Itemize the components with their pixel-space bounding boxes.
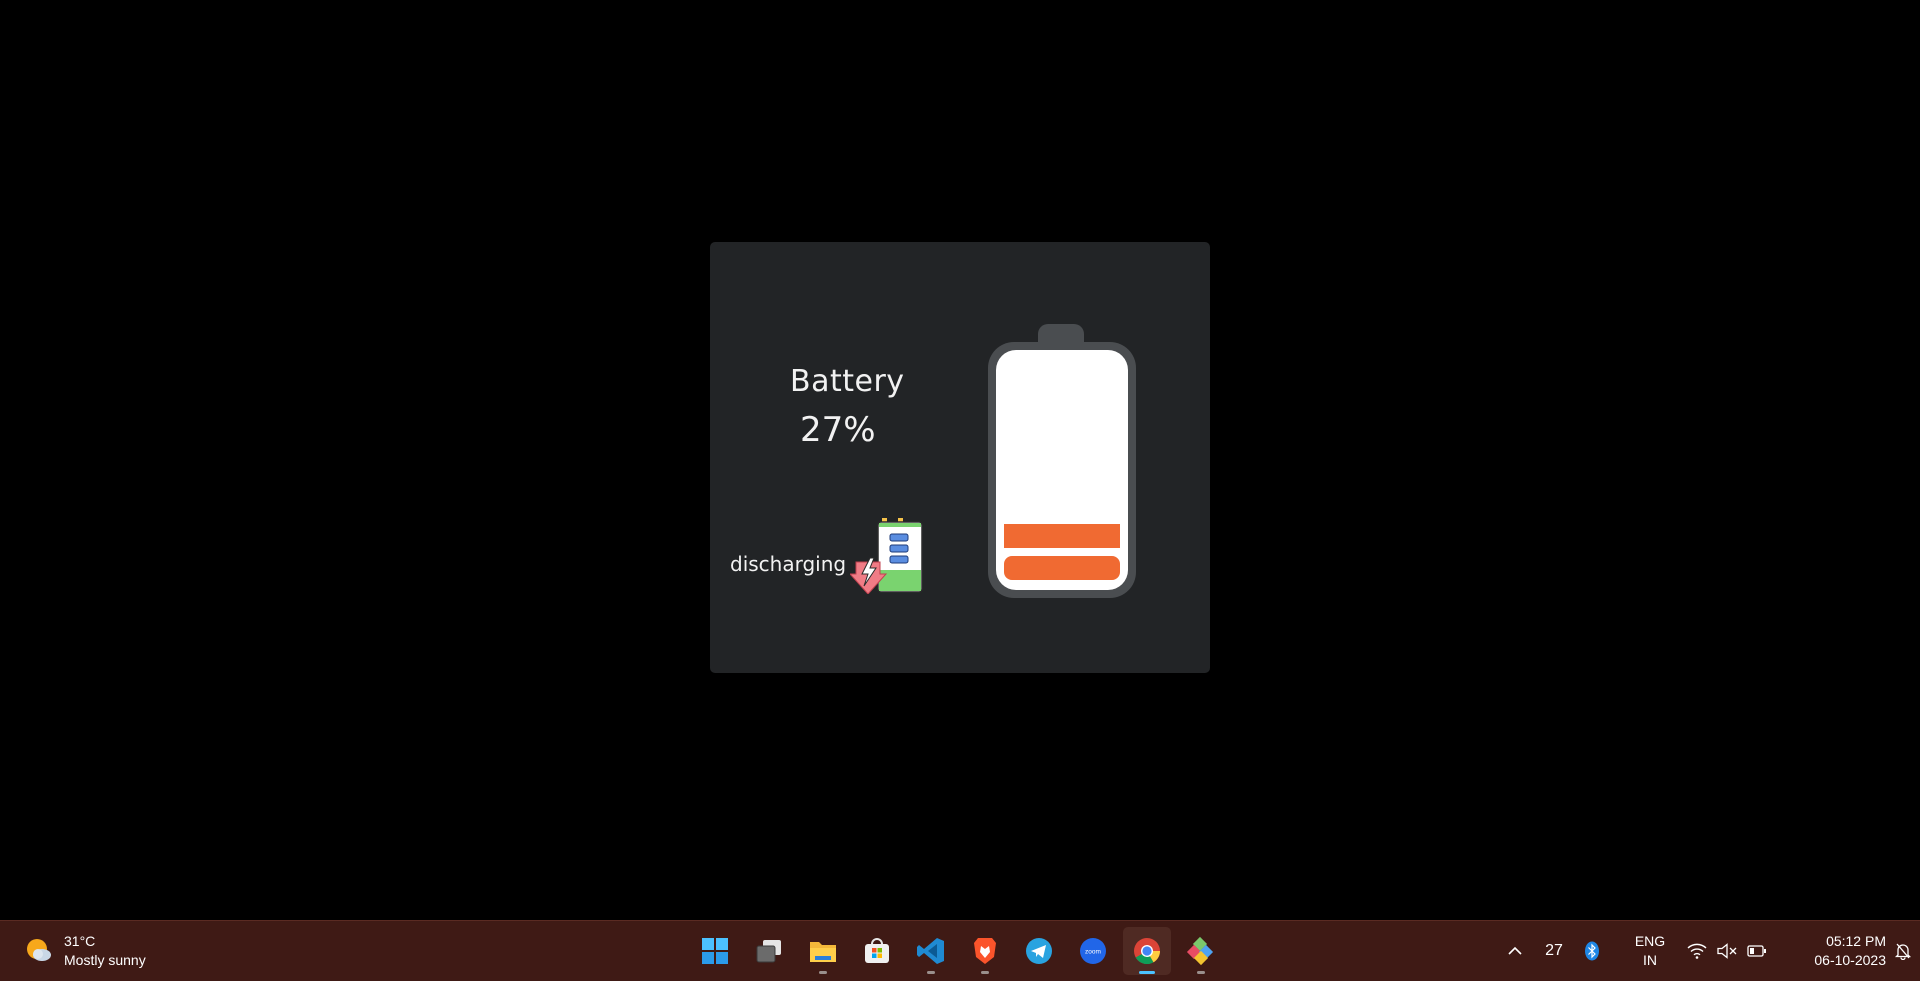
taskbar-apps: zoom [688,927,1228,975]
weather-condition: Mostly sunny [64,952,146,968]
battery-level-bar [1004,524,1120,548]
taskbar-brave[interactable] [961,927,1009,975]
bluetooth-icon [1585,941,1599,961]
windows-logo-icon [702,938,728,964]
tray-count[interactable]: 27 [1532,942,1576,960]
battery-graphic [988,324,1136,598]
discharging-icon [850,518,923,594]
weather-widget[interactable]: 31°C Mostly sunny [24,931,146,971]
running-indicator [981,971,989,974]
battery-body [996,350,1128,590]
taskbar-telegram[interactable] [1015,927,1063,975]
svg-text:zoom: zoom [1085,949,1101,956]
region-code: IN [1643,952,1657,968]
battery-tray-icon [1747,945,1766,957]
taskbar-chrome[interactable] [1123,927,1171,975]
running-indicator [1139,971,1155,974]
volume-button[interactable] [1712,943,1742,959]
diamond-app-icon [1186,936,1214,966]
battery-card: Battery 27% discharging [710,242,1210,673]
running-indicator [819,971,827,974]
taskbar-microsoft-store[interactable] [853,927,901,975]
language-indicator[interactable]: ENG IN [1618,932,1682,970]
chrome-icon [1134,938,1161,965]
notifications-button[interactable] [1886,942,1920,960]
clock-date: 06-10-2023 [1814,952,1886,968]
battery-percent: 27% [800,410,876,450]
vscode-icon [917,938,944,964]
notification-bell-icon [1894,943,1912,960]
task-view-icon [756,940,781,963]
clock-time: 05:12 PM [1826,933,1886,949]
wifi-button[interactable] [1682,943,1712,959]
taskbar-zoom[interactable]: zoom [1069,927,1117,975]
partly-sunny-icon [27,939,51,961]
clock-button[interactable]: 05:12 PM 06-10-2023 [1796,932,1886,970]
brave-lion-icon [974,938,996,964]
battery-level-bar [1004,556,1120,580]
taskbar-start-button[interactable] [691,927,739,975]
wifi-icon [1687,943,1707,959]
running-indicator [1197,971,1205,974]
taskbar-diamond-app[interactable] [1177,927,1225,975]
language-code: ENG [1634,933,1666,949]
battery-tray-button[interactable] [1742,945,1772,957]
folder-icon [810,942,836,962]
taskbar: 31°C Mostly sunny zoom 27 ENG IN 05:12 P… [0,920,1920,981]
taskbar-vscode[interactable] [907,927,955,975]
taskbar-file-explorer[interactable] [799,927,847,975]
battery-title: Battery [790,364,905,399]
volume-muted-icon [1717,943,1737,959]
taskbar-task-view[interactable] [745,927,793,975]
store-icon [865,938,889,963]
bluetooth-button[interactable] [1576,941,1608,961]
zoom-icon: zoom [1080,938,1106,964]
telegram-icon [1026,938,1052,964]
show-hidden-icons-button[interactable] [1498,946,1532,956]
weather-temp: 31°C [64,933,96,949]
system-tray: 27 ENG IN 05:12 PM 06-10-2023 [1498,921,1920,981]
running-indicator [927,971,935,974]
battery-status: discharging [730,552,847,576]
chevron-up-icon [1508,946,1522,955]
